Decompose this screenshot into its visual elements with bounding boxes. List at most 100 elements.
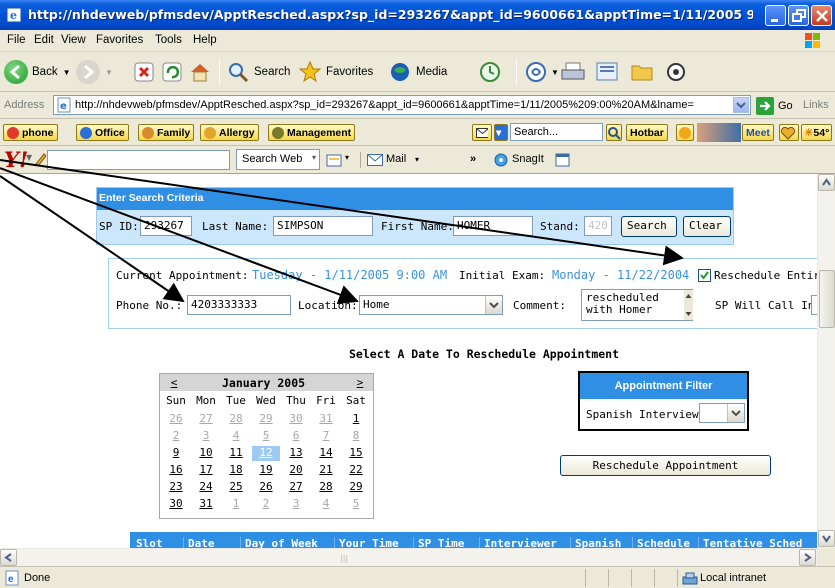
column-header[interactable]: Schedule: [632, 537, 690, 548]
history-button[interactable]: [478, 57, 502, 87]
ad-image[interactable]: [697, 123, 741, 142]
calendar-day[interactable]: 18: [222, 463, 250, 478]
calendar-day[interactable]: 28: [222, 412, 250, 427]
calendar-day[interactable]: 12: [252, 446, 280, 461]
email-button[interactable]: [472, 124, 492, 141]
search-button[interactable]: Search: [226, 57, 290, 87]
calendar-day[interactable]: 5: [252, 429, 280, 444]
address-input[interactable]: e http://nhdevweb/pfmsdev/ApptResched.as…: [53, 95, 751, 115]
reschedule-entire-checkbox[interactable]: [698, 269, 711, 282]
spanish-interview-dropdown-icon[interactable]: [727, 404, 744, 422]
first-name-field[interactable]: HOMER: [453, 216, 533, 236]
calendar-prev-button[interactable]: <: [160, 376, 188, 389]
highlight-icon[interactable]: [326, 152, 344, 168]
print-button[interactable]: [560, 57, 586, 87]
refresh-button[interactable]: [161, 57, 183, 87]
back-button[interactable]: Back ▼: [4, 57, 71, 87]
messenger-button[interactable]: [664, 57, 688, 87]
stop-button[interactable]: [133, 57, 155, 87]
yahoo-mail-button[interactable]: Mail: [386, 153, 406, 165]
calendar-day[interactable]: 9: [162, 446, 190, 461]
forward-button[interactable]: ▼: [76, 57, 113, 87]
calendar-day[interactable]: 27: [192, 412, 220, 427]
yahoo-dropdown-icon[interactable]: ▼: [26, 153, 32, 162]
last-name-field[interactable]: SIMPSON: [273, 216, 373, 236]
office-button[interactable]: Office: [76, 124, 129, 141]
calendar-day[interactable]: 4: [312, 497, 340, 512]
calendar-day[interactable]: 11: [222, 446, 250, 461]
phone-button[interactable]: phone: [3, 124, 58, 141]
pencil-icon[interactable]: [34, 152, 46, 166]
home-button[interactable]: [188, 57, 212, 87]
calendar-day[interactable]: 17: [192, 463, 220, 478]
yahoo-search-input[interactable]: [47, 150, 230, 170]
column-header[interactable]: Interviewer: [479, 537, 557, 548]
calendar-day[interactable]: 1: [342, 412, 370, 427]
folder-button[interactable]: [630, 57, 654, 87]
calendar-day[interactable]: 25: [222, 480, 250, 495]
location-select[interactable]: Home: [359, 295, 503, 315]
mail-button[interactable]: ▼: [524, 57, 559, 87]
calendar-day[interactable]: 6: [282, 429, 310, 444]
calendar-day[interactable]: 13: [282, 446, 310, 461]
management-button[interactable]: Management: [268, 124, 356, 141]
calendar-day[interactable]: 3: [282, 497, 310, 512]
calendar-day[interactable]: 23: [162, 480, 190, 495]
calendar-day[interactable]: 30: [162, 497, 190, 512]
column-header[interactable]: Date: [183, 537, 215, 548]
vertical-scrollbar[interactable]: [817, 174, 835, 548]
menu-favorites[interactable]: Favorites: [96, 34, 143, 46]
comment-scrollbar[interactable]: [684, 290, 693, 320]
meet-button[interactable]: Meet: [742, 124, 774, 141]
scroll-right-button[interactable]: [799, 549, 816, 566]
allergy-button[interactable]: Allergy: [200, 124, 259, 141]
calendar-day[interactable]: 15: [342, 446, 370, 461]
calendar-day[interactable]: 27: [282, 480, 310, 495]
media-button[interactable]: Media: [388, 57, 447, 87]
calendar-day[interactable]: 31: [192, 497, 220, 512]
column-header[interactable]: Spanish: [570, 537, 621, 548]
links-button[interactable]: Links: [803, 99, 829, 111]
location-dropdown-icon[interactable]: [485, 296, 502, 314]
reschedule-appointment-button[interactable]: Reschedule Appointment: [560, 455, 771, 476]
clear-button[interactable]: Clear: [683, 216, 731, 237]
menu-edit[interactable]: Edit: [34, 34, 54, 46]
horizontal-scrollbar[interactable]: |||: [0, 548, 817, 566]
weather-button[interactable]: ☀ 54°: [801, 124, 833, 141]
calendar-next-button[interactable]: >: [346, 376, 374, 389]
calendar-day[interactable]: 19: [252, 463, 280, 478]
scroll-thumb[interactable]: [819, 270, 835, 328]
column-header[interactable]: Your Time: [334, 537, 399, 548]
toolbar-search-input[interactable]: Search...: [510, 123, 603, 141]
calendar-day[interactable]: 31: [312, 412, 340, 427]
edit-button[interactable]: [595, 57, 619, 87]
forward-dropdown-icon[interactable]: ▼: [105, 68, 113, 77]
smiley-button[interactable]: [676, 124, 694, 141]
calendar-day[interactable]: 14: [312, 446, 340, 461]
phone-field[interactable]: 4203333333: [187, 295, 291, 315]
column-header[interactable]: Slot: [132, 537, 163, 548]
calendar-day[interactable]: 16: [162, 463, 190, 478]
menu-help[interactable]: Help: [193, 34, 217, 46]
menu-file[interactable]: File: [7, 34, 26, 46]
scroll-up-button[interactable]: [818, 174, 835, 191]
calendar-day[interactable]: 28: [312, 480, 340, 495]
menu-tools[interactable]: Tools: [155, 34, 182, 46]
calendar-day[interactable]: 3: [192, 429, 220, 444]
address-dropdown-icon[interactable]: [733, 97, 749, 113]
calendar-day[interactable]: 8: [342, 429, 370, 444]
toolbar-overflow-button[interactable]: »: [470, 153, 476, 165]
calendar-day[interactable]: 1: [222, 497, 250, 512]
menu-view[interactable]: View: [61, 34, 86, 46]
calendar-day[interactable]: 26: [162, 412, 190, 427]
column-header[interactable]: SP Time: [413, 537, 464, 548]
minimize-button[interactable]: [765, 5, 786, 26]
favorites-button[interactable]: Favorites: [298, 57, 373, 87]
yahoo-logo[interactable]: Y!: [4, 147, 28, 172]
heart-button[interactable]: [779, 124, 799, 141]
scroll-left-button[interactable]: [0, 549, 17, 566]
calendar-day[interactable]: 21: [312, 463, 340, 478]
column-header[interactable]: Day of Week: [240, 537, 318, 548]
calendar-day[interactable]: 7: [312, 429, 340, 444]
snagit-button[interactable]: SnagIt: [512, 153, 544, 165]
